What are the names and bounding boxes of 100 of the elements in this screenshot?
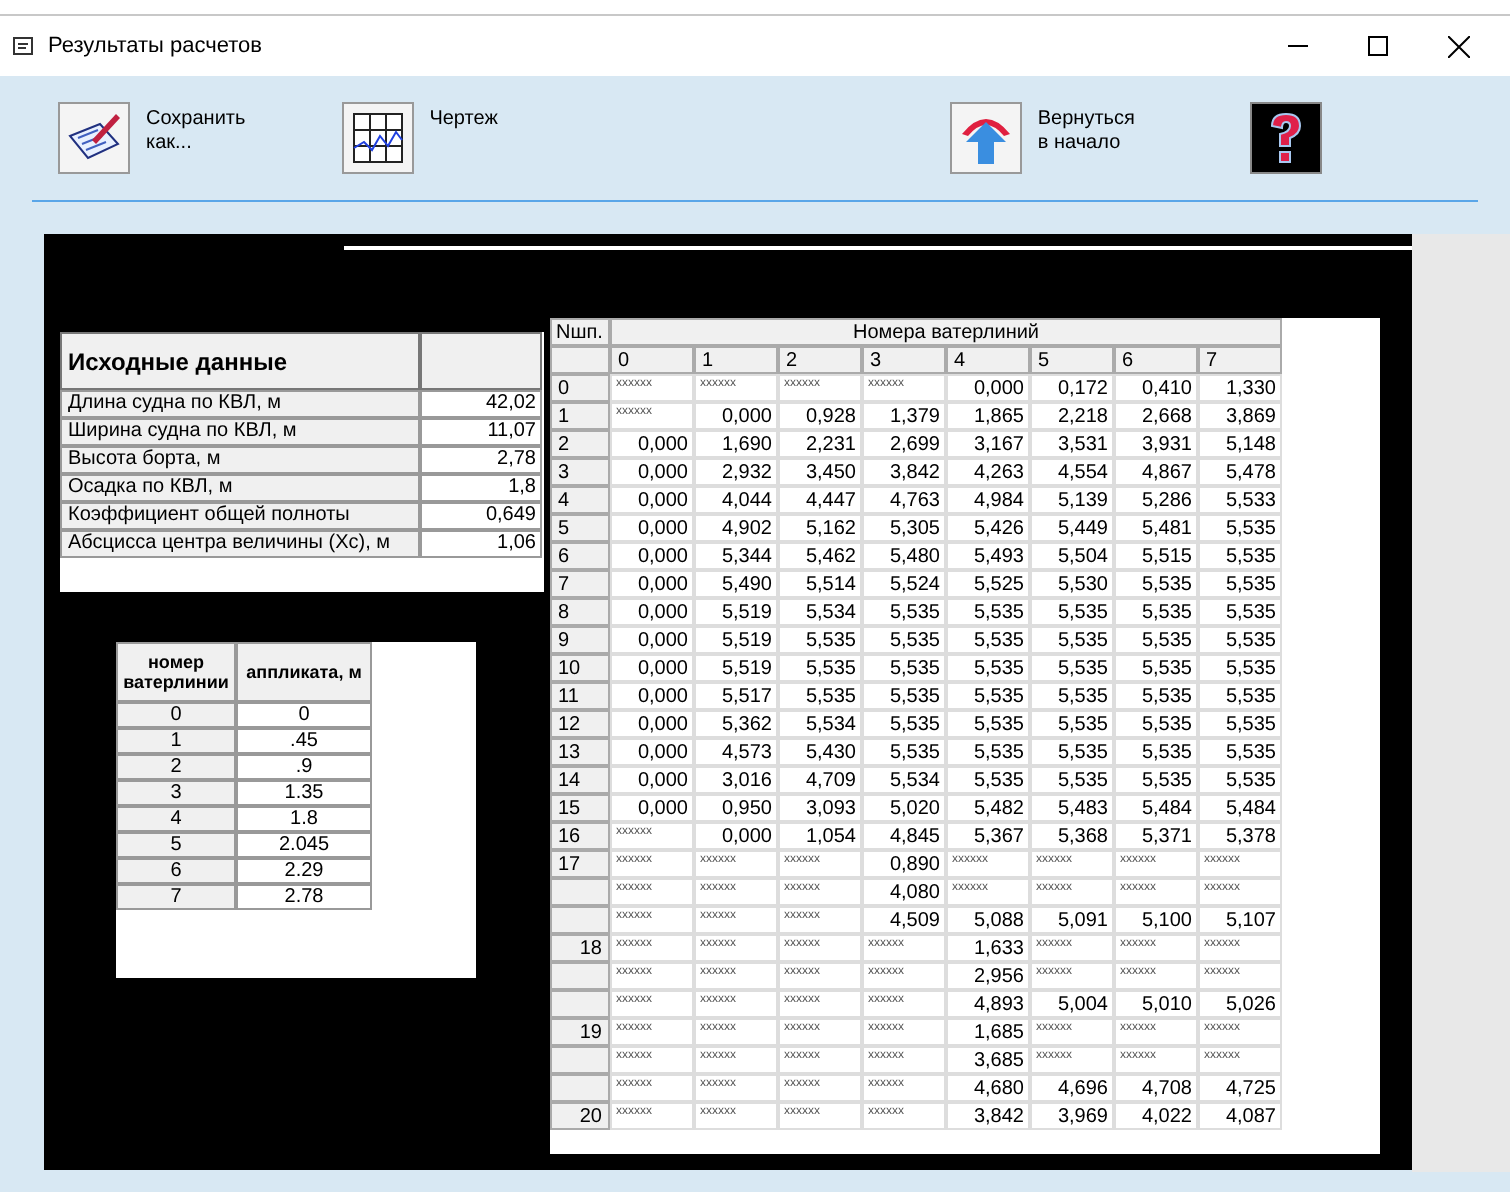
table-cell: 1,865 <box>946 402 1030 430</box>
table-cell: 4,902 <box>694 514 778 542</box>
table-cell: 3,093 <box>778 794 862 822</box>
table-row-header: 11 <box>550 682 610 710</box>
table-cell: 5,535 <box>1114 654 1198 682</box>
table-cell: 5,100 <box>1114 906 1198 934</box>
table-cell: 4,680 <box>946 1074 1030 1102</box>
table-header: 1 <box>694 346 778 374</box>
table-cell: 5,535 <box>1198 626 1282 654</box>
table-row-header: 20 <box>550 1102 610 1130</box>
table-row-header: Осадка по КВЛ, м <box>60 474 420 502</box>
table-cell: 5,148 <box>1198 430 1282 458</box>
table-cell: 4,709 <box>778 766 862 794</box>
table-row-header <box>550 906 610 934</box>
table-cell: 4,022 <box>1114 1102 1198 1130</box>
table-cell: 5,484 <box>1114 794 1198 822</box>
table-row-header: 19 <box>550 1018 610 1046</box>
table-cell: 5,482 <box>946 794 1030 822</box>
table-cell: 5,449 <box>1030 514 1114 542</box>
table-row-header: 12 <box>550 710 610 738</box>
table-row-header: 8 <box>550 598 610 626</box>
table-cell: 0,000 <box>610 430 694 458</box>
table-cell: .9 <box>236 754 372 780</box>
table-cell: 5,484 <box>1198 794 1282 822</box>
table-cell: 5,462 <box>778 542 862 570</box>
table-cell: 5,535 <box>862 710 946 738</box>
table-cell: 2,932 <box>694 458 778 486</box>
table-cell: 1,06 <box>420 530 542 558</box>
table-row-header: Абсцисса центра величины (Xc), м <box>60 530 420 558</box>
table-cell: 3,685 <box>946 1046 1030 1074</box>
table-cell: 0,000 <box>610 542 694 570</box>
table-cell: 5,004 <box>1030 990 1114 1018</box>
table-cell: 5,535 <box>1198 570 1282 598</box>
table-cell: 4,044 <box>694 486 778 514</box>
table-cell: 3,931 <box>1114 430 1198 458</box>
table-cell: 2.045 <box>236 832 372 858</box>
table-cell: 5,535 <box>946 766 1030 794</box>
table-cell: 5,107 <box>1198 906 1282 934</box>
table-cell: 0,000 <box>610 626 694 654</box>
table-cell: 0,890 <box>862 850 946 878</box>
table-cell: 5,535 <box>1030 682 1114 710</box>
table-cell: 5,088 <box>946 906 1030 934</box>
table-cell: 5,519 <box>694 654 778 682</box>
table-cell: 0,928 <box>778 402 862 430</box>
table-cell: 5,514 <box>778 570 862 598</box>
table-cell: 5,026 <box>1198 990 1282 1018</box>
table-cell: 3 <box>116 780 236 806</box>
table-cell: 5,535 <box>1114 766 1198 794</box>
table-cell: 0,000 <box>946 374 1030 402</box>
table-cell: 1,690 <box>694 430 778 458</box>
table-cell: 5,535 <box>862 738 946 766</box>
save-tool-button[interactable] <box>58 102 130 174</box>
close-icon <box>1447 35 1469 57</box>
table-header: 5 <box>1030 346 1114 374</box>
table-cell: 5,524 <box>862 570 946 598</box>
table-cell: 5,535 <box>1198 682 1282 710</box>
table-row-header: 3 <box>550 458 610 486</box>
table-cell: 5,535 <box>946 710 1030 738</box>
chart-grid-icon <box>347 108 408 168</box>
table-cell: 3,450 <box>778 458 862 486</box>
table-row-header <box>550 962 610 990</box>
table-cell: 2,78 <box>420 446 542 474</box>
table-cell: 2 <box>116 754 236 780</box>
table-cell: 4,984 <box>946 486 1030 514</box>
table-cell: 4,725 <box>1198 1074 1282 1102</box>
table-header <box>420 332 542 390</box>
table-cell: 5,371 <box>1114 822 1198 850</box>
table-row-header: Коэффициент общей полноты <box>60 502 420 530</box>
table-cell: 1,330 <box>1198 374 1282 402</box>
table-cell: 3,969 <box>1030 1102 1114 1130</box>
table-cell: 5,535 <box>1198 514 1282 542</box>
table-cell: 5,535 <box>1198 542 1282 570</box>
table-cell: 5,535 <box>1198 766 1282 794</box>
table-row-header: 13 <box>550 738 610 766</box>
table-cell: 2.29 <box>236 858 372 884</box>
drawing-tool-button[interactable] <box>341 102 414 174</box>
table-cell: 0,000 <box>694 822 778 850</box>
table-cell: 5,367 <box>946 822 1030 850</box>
help-button[interactable] <box>1250 102 1323 174</box>
table-cell: 2,699 <box>862 430 946 458</box>
table-cell: 3,869 <box>1198 402 1282 430</box>
table-cell: 5,535 <box>778 682 862 710</box>
tool-label: Чертеж <box>429 108 498 132</box>
table-cell: 5,483 <box>1030 794 1114 822</box>
table-cell: 0,410 <box>1114 374 1198 402</box>
tool-label: Сохранить как... <box>146 108 246 156</box>
table-cell: 4,763 <box>862 486 946 514</box>
table-cell: 5,535 <box>1198 598 1282 626</box>
table-cell: 0,000 <box>610 570 694 598</box>
table-row-header <box>550 1074 610 1102</box>
table-cell: 5,504 <box>1030 542 1114 570</box>
table-cell: 2.78 <box>236 884 372 910</box>
table-cell: 5,430 <box>778 738 862 766</box>
table-row-header: Ширина судна по КВЛ, м <box>60 418 420 446</box>
home-tool-button[interactable] <box>949 102 1022 174</box>
table-row-header <box>550 990 610 1018</box>
table-cell: 3,016 <box>694 766 778 794</box>
table-cell: 5,480 <box>862 542 946 570</box>
table-cell: 5,535 <box>1198 738 1282 766</box>
table-cell: 0 <box>116 702 236 728</box>
